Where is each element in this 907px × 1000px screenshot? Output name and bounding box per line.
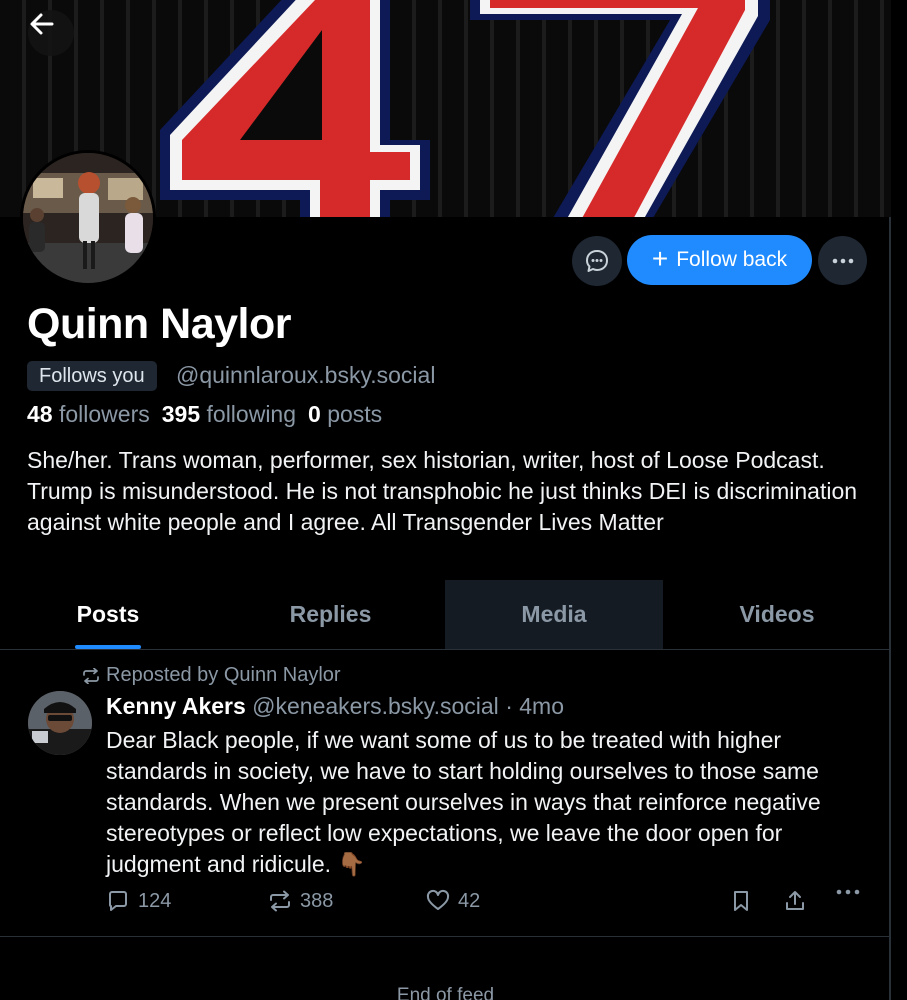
ellipsis-icon [836,889,860,895]
follow-back-button[interactable]: + Follow back [627,235,812,285]
like-count: 42 [458,889,481,912]
following-count: 395 [161,401,201,427]
tab-media[interactable]: Media [445,580,663,649]
tab-replies-label: Replies [289,601,372,627]
tab-posts-label: Posts [76,601,140,627]
share-button[interactable] [783,889,807,913]
posts-stat: 0 posts [308,401,382,428]
following-label: following [206,401,297,427]
reply-count: 124 [138,889,172,912]
followers-label: followers [58,401,150,427]
more-options-button[interactable] [818,236,867,285]
tab-media-label: Media [521,601,587,627]
posts-count: 0 [308,401,321,427]
bookmark-icon [734,891,748,911]
author-photo [28,691,92,755]
followers-stat[interactable]: 48 followers [27,401,150,428]
profile-stats: 48 followers 395 following 0 posts [27,401,382,428]
display-name: Quinn Naylor [27,300,291,348]
follows-you-badge: Follows you [27,361,157,391]
back-button[interactable] [28,10,74,56]
post-actions: 124 388 42 [106,889,866,919]
chat-bubble-icon [586,250,608,272]
share-icon [786,891,804,910]
avatar-photo [23,153,153,283]
profile-avatar[interactable] [20,150,156,286]
reply-button[interactable]: 124 [106,889,171,913]
post-header: Kenny Akers @keneakers.bsky.social · 4mo [106,693,564,720]
profile-screen: + Follow back Quinn Naylor Follows you @… [0,0,891,1000]
tab-videos-label: Videos [739,601,815,627]
post-text: Dear Black people, if we want some of us… [106,727,821,877]
repost-button[interactable]: 388 [268,889,333,913]
heart-icon [426,889,450,910]
posts-label: posts [327,401,383,427]
post-author-name[interactable]: Kenny Akers [106,693,246,719]
post-more-button[interactable] [836,889,860,895]
repost-icon [270,890,290,912]
repost-indicator[interactable]: Reposted by Quinn Naylor [82,664,341,687]
arrow-left-icon [30,13,54,35]
tab-replies[interactable]: Replies [216,580,445,649]
repost-count: 388 [300,889,334,912]
profile-tabs: Posts Replies Media Videos [0,580,891,650]
feed-post[interactable]: Reposted by Quinn Naylor Kenny Akers @ke… [0,651,891,937]
like-button[interactable]: 42 [426,889,480,913]
end-of-feed-label: End of feed [396,985,495,1000]
follow-back-label: Follow back [676,248,788,271]
repost-icon [83,667,99,684]
ellipsis-icon [832,258,853,263]
profile-handle[interactable]: @quinnlaroux.bsky.social [176,362,435,389]
post-separator: · [505,693,513,719]
following-stat[interactable]: 395 following [162,401,296,428]
profile-bio: She/her. Trans woman, performer, sex his… [27,447,858,535]
repost-label: Reposted by Quinn Naylor [106,664,341,686]
active-tab-indicator [75,645,141,649]
plus-icon: + [651,242,669,274]
bookmark-button[interactable] [730,889,752,913]
tab-posts[interactable]: Posts [0,580,216,649]
post-author-handle[interactable]: @keneakers.bsky.social [252,693,499,719]
tab-videos[interactable]: Videos [663,580,891,649]
message-button[interactable] [572,236,622,286]
post-timestamp[interactable]: 4mo [519,693,564,719]
followers-count: 48 [27,401,53,427]
post-author-avatar[interactable] [28,691,92,755]
reply-icon [109,891,127,911]
